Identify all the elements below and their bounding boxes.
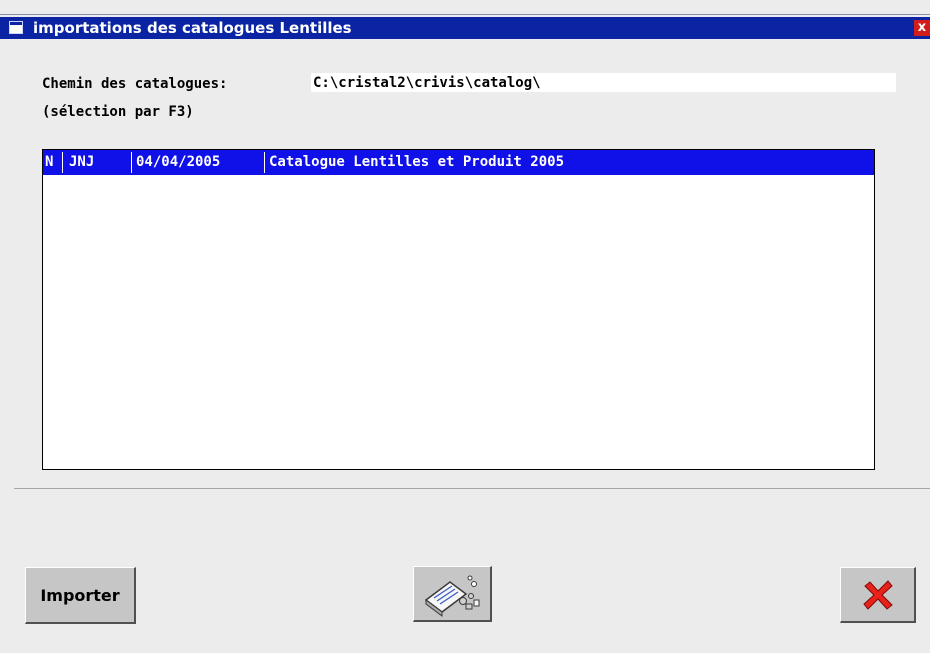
- column-separator: [264, 152, 265, 173]
- top-rule: [0, 14, 930, 15]
- catalog-list[interactable]: N JNJ 04/04/2005 Catalogue Lentilles et …: [42, 149, 875, 470]
- catalog-tool-icon: [424, 575, 480, 617]
- catalog-flag: N: [45, 154, 54, 170]
- import-button[interactable]: Importer: [25, 567, 136, 624]
- red-x-icon: [862, 579, 893, 610]
- title-bar: importations des catalogues Lentilles x: [0, 17, 930, 39]
- path-input[interactable]: [311, 73, 896, 92]
- column-separator: [62, 152, 63, 173]
- catalog-code: JNJ: [69, 154, 95, 170]
- import-dialog: importations des catalogues Lentilles x …: [0, 0, 930, 653]
- catalog-row[interactable]: N JNJ 04/04/2005 Catalogue Lentilles et …: [43, 150, 874, 175]
- column-separator: [131, 152, 132, 173]
- path-label: Chemin des catalogues:: [42, 76, 228, 92]
- close-button[interactable]: x: [914, 20, 930, 36]
- path-hint: (sélection par F3): [42, 104, 194, 120]
- divider: [14, 488, 930, 489]
- window-title: importations des catalogues Lentilles: [33, 19, 352, 37]
- catalog-name: Catalogue Lentilles et Produit 2005: [269, 154, 565, 170]
- catalog-date: 04/04/2005: [136, 154, 221, 170]
- catalog-tool-button[interactable]: [413, 566, 492, 622]
- cancel-button[interactable]: [840, 567, 916, 623]
- window-icon: [9, 21, 23, 34]
